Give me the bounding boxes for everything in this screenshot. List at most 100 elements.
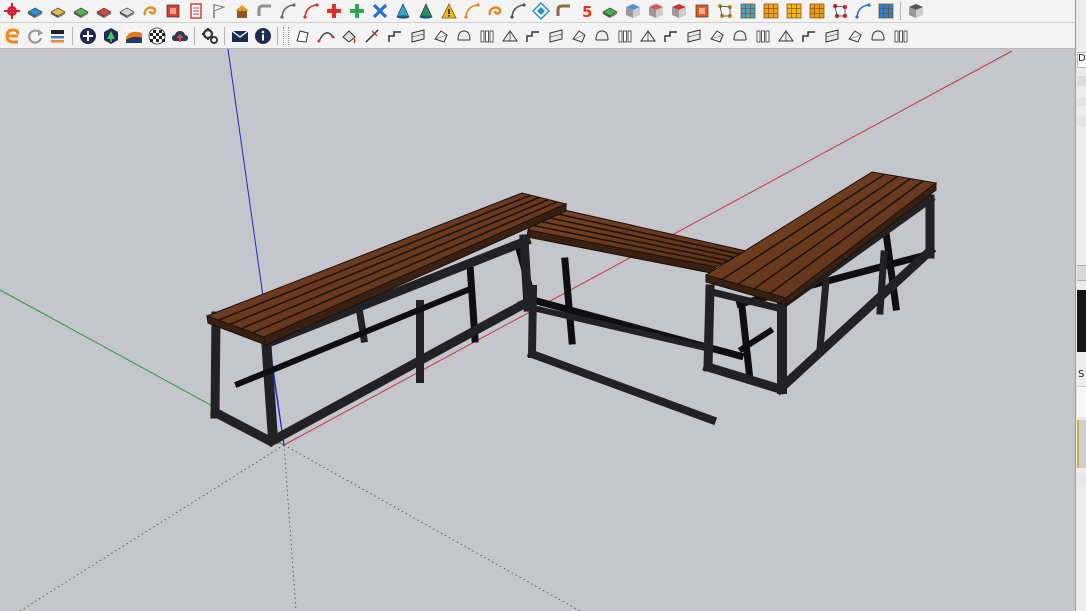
cylinder-button[interactable] <box>659 24 682 47</box>
default-tray-panel[interactable]: D S <box>1075 0 1086 611</box>
terrain-icon <box>125 29 142 43</box>
pyramid-button[interactable] <box>866 24 889 47</box>
pipe-button[interactable] <box>253 1 276 21</box>
shape-bender-button[interactable] <box>161 1 184 21</box>
tilt-button[interactable] <box>728 24 751 47</box>
hook-outline-button[interactable] <box>429 24 452 47</box>
terrain-button[interactable] <box>122 24 145 47</box>
roof-button[interactable] <box>843 24 866 47</box>
house-button[interactable] <box>230 1 253 21</box>
twist-button[interactable] <box>368 1 391 21</box>
slab-yellow-button[interactable] <box>46 1 69 21</box>
add-location-button[interactable] <box>76 24 99 47</box>
model-viewport[interactable] <box>0 49 1075 611</box>
dome-button[interactable] <box>682 24 705 47</box>
spring-button[interactable] <box>506 1 529 21</box>
ramp-button[interactable] <box>774 24 797 47</box>
corner-button[interactable] <box>521 24 544 47</box>
page-button[interactable] <box>184 1 207 21</box>
refresh-button[interactable] <box>23 24 46 47</box>
push-pull-blue-button[interactable] <box>23 1 46 21</box>
cross-red-button[interactable] <box>322 1 345 21</box>
cloud-upload-button[interactable] <box>168 24 191 47</box>
fillet-button[interactable] <box>590 24 613 47</box>
hook-button[interactable] <box>483 1 506 21</box>
extension-e-button[interactable] <box>0 24 23 47</box>
slab-green-button[interactable] <box>69 1 92 21</box>
cloud-outline-button[interactable] <box>406 24 429 47</box>
flag-button[interactable] <box>207 1 230 21</box>
frame-rail-left-bottom-side <box>209 406 277 448</box>
bench-seat-left-slat-gap <box>240 198 549 330</box>
cone-button[interactable] <box>391 1 414 21</box>
blocks-button[interactable] <box>889 24 912 47</box>
slice-button[interactable] <box>498 24 521 47</box>
grid-amber-button[interactable] <box>805 1 828 21</box>
grid-yellow-button[interactable] <box>782 1 805 21</box>
tile-button[interactable] <box>690 1 713 21</box>
number-five-button[interactable]: 5 <box>575 1 598 21</box>
cross-green-button[interactable] <box>345 1 368 21</box>
layers-button[interactable] <box>904 1 927 21</box>
split-button[interactable] <box>820 24 843 47</box>
plane-button[interactable] <box>705 24 728 47</box>
arc-button[interactable] <box>460 1 483 21</box>
bezier-outline-button[interactable] <box>314 24 337 47</box>
tray-section-header[interactable] <box>1077 265 1086 281</box>
paint-bucket-button[interactable] <box>337 24 360 47</box>
refresh-icon <box>27 28 43 44</box>
flatten-button[interactable] <box>598 1 621 21</box>
vertex-button[interactable] <box>828 1 851 21</box>
red-axis-negative <box>19 444 285 611</box>
nodes-outline-button[interactable] <box>291 24 314 47</box>
gear-plugin-button[interactable] <box>0 1 23 21</box>
knife-button[interactable] <box>360 24 383 47</box>
path-button[interactable] <box>851 1 874 21</box>
cone-outline-button[interactable] <box>613 24 636 47</box>
toolbar-separator <box>277 26 278 45</box>
sphere-button[interactable] <box>475 24 498 47</box>
cube-grid-button[interactable] <box>874 1 897 21</box>
gears-button[interactable] <box>198 24 221 47</box>
tray-row <box>1077 386 1086 417</box>
box-stack-button[interactable] <box>621 1 644 21</box>
model-scene[interactable] <box>0 49 1075 611</box>
add-tree-button[interactable] <box>99 24 122 47</box>
warning-button[interactable] <box>437 1 460 21</box>
follow-me-button[interactable] <box>138 1 161 21</box>
measure-button[interactable] <box>567 24 590 47</box>
fan-button[interactable] <box>797 24 820 47</box>
box-multi-button[interactable] <box>667 1 690 21</box>
tube-button[interactable] <box>552 1 575 21</box>
mail-button[interactable] <box>228 24 251 47</box>
eraser-button[interactable] <box>115 1 138 21</box>
grid-orange-button[interactable] <box>759 1 782 21</box>
nodes-button[interactable] <box>713 1 736 21</box>
slab-red-button[interactable] <box>92 1 115 21</box>
mesh-button[interactable] <box>736 1 759 21</box>
bench-seat-left-edge <box>263 203 567 346</box>
columns-button[interactable] <box>636 24 659 47</box>
lasso-icon <box>387 30 401 42</box>
import-button[interactable] <box>46 24 69 47</box>
box-red-button[interactable] <box>644 1 667 21</box>
angle-button[interactable] <box>544 24 567 47</box>
l-shaped-bench-model[interactable] <box>205 171 938 448</box>
curve-button[interactable] <box>276 1 299 21</box>
lasso-button[interactable] <box>383 24 406 47</box>
tray-swatch <box>1077 420 1086 468</box>
box-outline-icon <box>457 29 470 40</box>
toolbar-grip-handle[interactable] <box>283 26 289 45</box>
box-outline-button[interactable] <box>452 24 475 47</box>
checker-button[interactable] <box>145 24 168 47</box>
diamond-button[interactable] <box>529 1 552 21</box>
stairs-button[interactable] <box>751 24 774 47</box>
toolbar-separator <box>72 26 73 45</box>
curve-icon <box>279 3 296 19</box>
lathe-button[interactable] <box>414 1 437 21</box>
info-button[interactable] <box>251 24 274 47</box>
tray-preview-thumbnail <box>1077 290 1086 352</box>
bezier-button[interactable] <box>299 1 322 21</box>
blue-axis-negative <box>283 444 297 611</box>
nodes-icon <box>717 3 732 19</box>
